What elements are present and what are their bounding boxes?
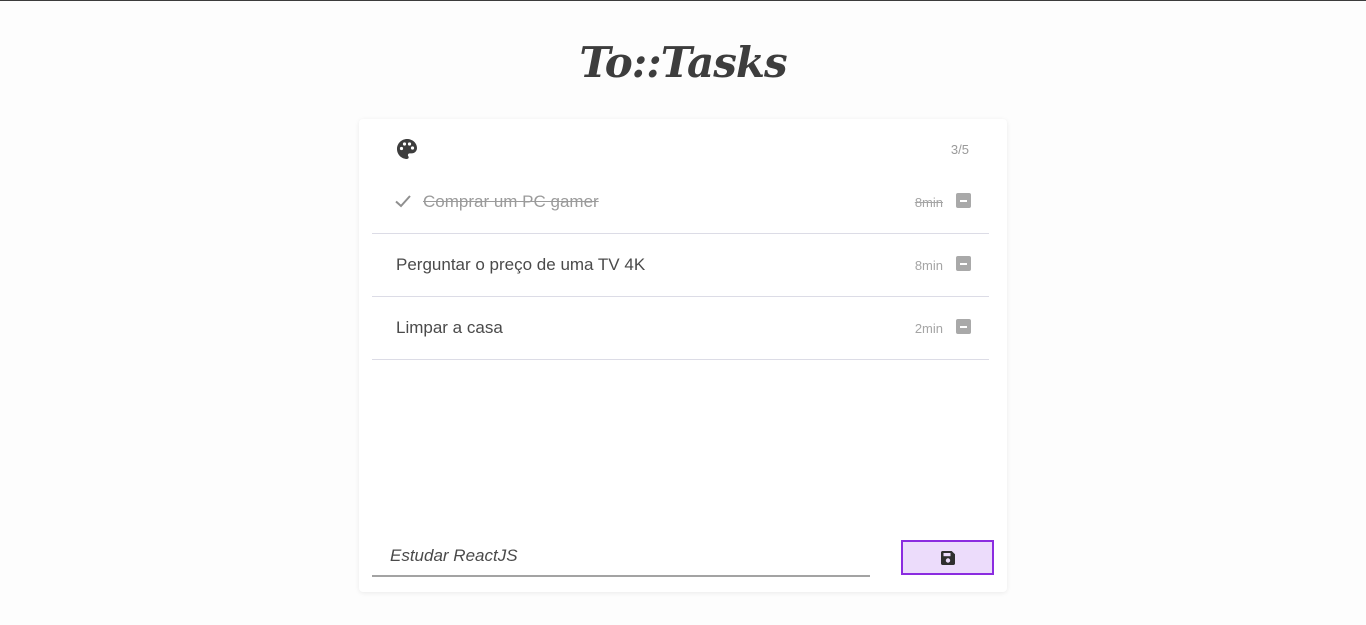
- remove-task-button[interactable]: [956, 193, 971, 208]
- save-button[interactable]: [901, 540, 994, 575]
- task-input-wrapper: [372, 539, 870, 577]
- task-title[interactable]: Perguntar o preço de uma TV 4K: [396, 255, 645, 275]
- save-icon: [940, 550, 955, 565]
- task-time: 8min: [914, 258, 943, 273]
- task-input[interactable]: [372, 539, 870, 573]
- task-item[interactable]: Limpar a casa 2min: [372, 297, 989, 360]
- task-counter: 3/5: [950, 142, 969, 157]
- remove-task-button[interactable]: [956, 319, 971, 334]
- top-border: [0, 0, 1366, 1]
- task-item[interactable]: Comprar um PC gamer 8min: [372, 171, 989, 234]
- check-icon: [394, 193, 412, 209]
- task-time: 2min: [914, 321, 943, 336]
- task-list: Comprar um PC gamer 8min Perguntar o pre…: [372, 171, 989, 360]
- task-time: 8min: [914, 195, 943, 210]
- app-logo: To::Tasks: [579, 38, 787, 87]
- task-title[interactable]: Comprar um PC gamer: [423, 192, 599, 212]
- task-card: 3/5 Comprar um PC gamer 8min Perguntar o…: [359, 119, 1007, 592]
- task-title[interactable]: Limpar a casa: [396, 318, 503, 338]
- remove-task-button[interactable]: [956, 256, 971, 271]
- palette-icon[interactable]: [395, 137, 419, 161]
- task-item[interactable]: Perguntar o preço de uma TV 4K 8min: [372, 234, 989, 297]
